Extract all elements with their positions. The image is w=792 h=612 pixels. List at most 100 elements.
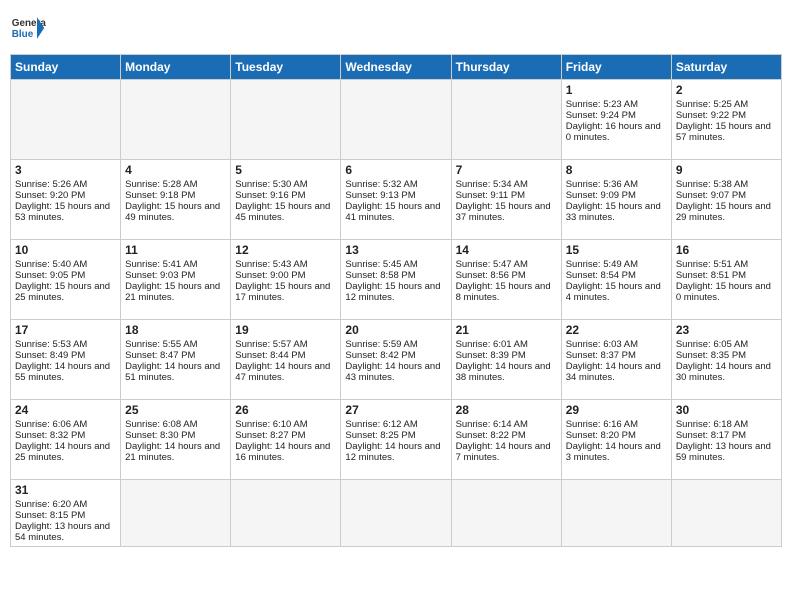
day-number: 10 — [15, 243, 116, 257]
calendar-cell: 11Sunrise: 5:41 AMSunset: 9:03 PMDayligh… — [121, 240, 231, 320]
day-number: 19 — [235, 323, 336, 337]
day-info: Daylight: 14 hours and 3 minutes. — [566, 441, 667, 463]
calendar-cell: 3Sunrise: 5:26 AMSunset: 9:20 PMDaylight… — [11, 160, 121, 240]
day-info: Daylight: 15 hours and 45 minutes. — [235, 201, 336, 223]
day-info: Sunset: 9:20 PM — [15, 190, 116, 201]
calendar-cell: 18Sunrise: 5:55 AMSunset: 8:47 PMDayligh… — [121, 320, 231, 400]
day-info: Sunrise: 6:05 AM — [676, 339, 777, 350]
day-info: Sunrise: 5:25 AM — [676, 99, 777, 110]
day-info: Daylight: 14 hours and 12 minutes. — [345, 441, 446, 463]
day-number: 2 — [676, 83, 777, 97]
day-info: Sunrise: 5:47 AM — [456, 259, 557, 270]
day-info: Sunset: 9:05 PM — [15, 270, 116, 281]
calendar-week-row: 10Sunrise: 5:40 AMSunset: 9:05 PMDayligh… — [11, 240, 782, 320]
day-info: Sunset: 8:56 PM — [456, 270, 557, 281]
day-number: 6 — [345, 163, 446, 177]
day-info: Sunrise: 5:51 AM — [676, 259, 777, 270]
day-info: Sunrise: 6:01 AM — [456, 339, 557, 350]
day-info: Sunset: 8:15 PM — [15, 510, 116, 521]
day-number: 23 — [676, 323, 777, 337]
svg-text:Blue: Blue — [12, 29, 34, 40]
day-number: 5 — [235, 163, 336, 177]
day-info: Sunrise: 5:40 AM — [15, 259, 116, 270]
calendar-cell — [451, 480, 561, 547]
day-info: Sunset: 8:17 PM — [676, 430, 777, 441]
day-info: Sunset: 8:35 PM — [676, 350, 777, 361]
day-info: Sunset: 8:49 PM — [15, 350, 116, 361]
day-header-sunday: Sunday — [11, 55, 121, 80]
day-info: Sunrise: 6:18 AM — [676, 419, 777, 430]
calendar-cell: 29Sunrise: 6:16 AMSunset: 8:20 PMDayligh… — [561, 400, 671, 480]
calendar-cell: 27Sunrise: 6:12 AMSunset: 8:25 PMDayligh… — [341, 400, 451, 480]
day-info: Daylight: 15 hours and 12 minutes. — [345, 281, 446, 303]
calendar-cell: 16Sunrise: 5:51 AMSunset: 8:51 PMDayligh… — [671, 240, 781, 320]
calendar-cell: 22Sunrise: 6:03 AMSunset: 8:37 PMDayligh… — [561, 320, 671, 400]
day-info: Sunrise: 5:53 AM — [15, 339, 116, 350]
calendar-cell: 2Sunrise: 5:25 AMSunset: 9:22 PMDaylight… — [671, 80, 781, 160]
day-number: 13 — [345, 243, 446, 257]
day-info: Daylight: 15 hours and 0 minutes. — [676, 281, 777, 303]
day-number: 9 — [676, 163, 777, 177]
calendar-cell — [341, 80, 451, 160]
calendar-cell: 30Sunrise: 6:18 AMSunset: 8:17 PMDayligh… — [671, 400, 781, 480]
calendar-week-row: 3Sunrise: 5:26 AMSunset: 9:20 PMDaylight… — [11, 160, 782, 240]
day-info: Sunset: 8:25 PM — [345, 430, 446, 441]
day-number: 15 — [566, 243, 667, 257]
day-number: 1 — [566, 83, 667, 97]
day-info: Daylight: 14 hours and 55 minutes. — [15, 361, 116, 383]
calendar-cell: 15Sunrise: 5:49 AMSunset: 8:54 PMDayligh… — [561, 240, 671, 320]
calendar-week-row: 24Sunrise: 6:06 AMSunset: 8:32 PMDayligh… — [11, 400, 782, 480]
day-info: Sunset: 9:09 PM — [566, 190, 667, 201]
day-number: 31 — [15, 483, 116, 497]
day-info: Sunrise: 5:45 AM — [345, 259, 446, 270]
day-info: Daylight: 13 hours and 54 minutes. — [15, 521, 116, 543]
day-header-saturday: Saturday — [671, 55, 781, 80]
day-info: Sunset: 8:51 PM — [676, 270, 777, 281]
calendar-cell: 12Sunrise: 5:43 AMSunset: 9:00 PMDayligh… — [231, 240, 341, 320]
day-number: 24 — [15, 403, 116, 417]
calendar-cell: 25Sunrise: 6:08 AMSunset: 8:30 PMDayligh… — [121, 400, 231, 480]
day-info: Daylight: 15 hours and 57 minutes. — [676, 121, 777, 143]
calendar-cell: 19Sunrise: 5:57 AMSunset: 8:44 PMDayligh… — [231, 320, 341, 400]
day-info: Daylight: 15 hours and 41 minutes. — [345, 201, 446, 223]
day-info: Sunrise: 6:12 AM — [345, 419, 446, 430]
day-number: 3 — [15, 163, 116, 177]
day-info: Daylight: 15 hours and 29 minutes. — [676, 201, 777, 223]
day-info: Sunset: 8:30 PM — [125, 430, 226, 441]
day-info: Sunset: 9:24 PM — [566, 110, 667, 121]
calendar-cell: 8Sunrise: 5:36 AMSunset: 9:09 PMDaylight… — [561, 160, 671, 240]
day-info: Daylight: 13 hours and 59 minutes. — [676, 441, 777, 463]
day-header-thursday: Thursday — [451, 55, 561, 80]
day-info: Sunrise: 5:30 AM — [235, 179, 336, 190]
calendar-cell: 1Sunrise: 5:23 AMSunset: 9:24 PMDaylight… — [561, 80, 671, 160]
day-info: Daylight: 15 hours and 25 minutes. — [15, 281, 116, 303]
day-info: Sunset: 8:20 PM — [566, 430, 667, 441]
day-number: 11 — [125, 243, 226, 257]
day-info: Sunrise: 6:16 AM — [566, 419, 667, 430]
day-header-tuesday: Tuesday — [231, 55, 341, 80]
calendar-cell: 23 Sunrise: 6:05 AMSunset: 8:35 PMDayligh… — [671, 320, 781, 400]
day-info: Sunset: 8:32 PM — [15, 430, 116, 441]
day-info: Sunrise: 5:32 AM — [345, 179, 446, 190]
day-info: Daylight: 15 hours and 49 minutes. — [125, 201, 226, 223]
day-info: Sunrise: 5:23 AM — [566, 99, 667, 110]
day-info: Sunrise: 5:28 AM — [125, 179, 226, 190]
day-info: Daylight: 14 hours and 21 minutes. — [125, 441, 226, 463]
calendar-cell: 24Sunrise: 6:06 AMSunset: 8:32 PMDayligh… — [11, 400, 121, 480]
day-info: Sunset: 8:47 PM — [125, 350, 226, 361]
calendar-cell: 28Sunrise: 6:14 AMSunset: 8:22 PMDayligh… — [451, 400, 561, 480]
day-info: Daylight: 15 hours and 21 minutes. — [125, 281, 226, 303]
day-number: 7 — [456, 163, 557, 177]
calendar-cell: 10 Sunrise: 5:40 AMSunset: 9:05 PMDayligh… — [11, 240, 121, 320]
day-info: Sunrise: 6:14 AM — [456, 419, 557, 430]
day-info: Sunrise: 5:55 AM — [125, 339, 226, 350]
day-info: Daylight: 14 hours and 38 minutes. — [456, 361, 557, 383]
calendar-cell — [121, 80, 231, 160]
day-info: Daylight: 14 hours and 30 minutes. — [676, 361, 777, 383]
day-info: Sunrise: 5:41 AM — [125, 259, 226, 270]
page-header: General Blue — [10, 10, 782, 46]
day-info: Daylight: 14 hours and 25 minutes. — [15, 441, 116, 463]
day-info: Sunset: 8:39 PM — [456, 350, 557, 361]
logo-icon: General Blue — [10, 10, 46, 46]
day-info: Sunrise: 5:59 AM — [345, 339, 446, 350]
